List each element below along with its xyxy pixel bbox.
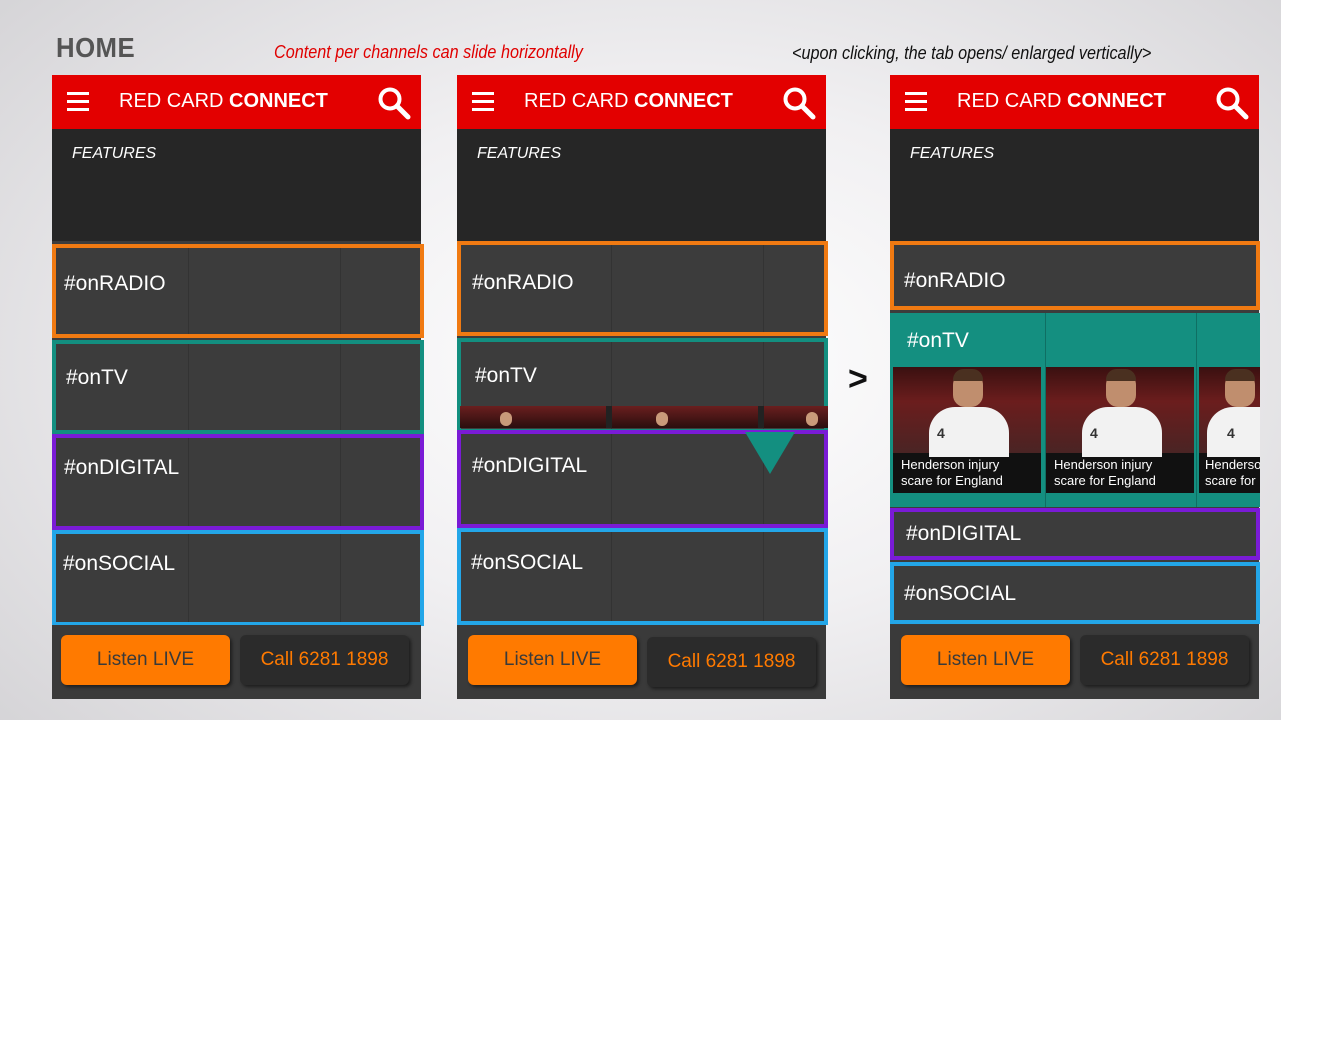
menu-icon[interactable] bbox=[472, 92, 494, 112]
call-button[interactable]: Call 6281 1898 bbox=[240, 635, 409, 685]
header-bar: RED CARD CONNECT bbox=[890, 75, 1259, 129]
channel-social[interactable]: #onSOCIAL bbox=[457, 528, 828, 625]
search-icon[interactable] bbox=[1215, 86, 1249, 120]
channel-social-label: #onSOCIAL bbox=[904, 582, 1017, 605]
brand-text: RED CARD bbox=[524, 90, 635, 112]
brand-text-bold: CONNECT bbox=[229, 90, 328, 112]
channel-tv-label: #onTV bbox=[66, 366, 128, 389]
call-button[interactable]: Call 6281 1898 bbox=[647, 637, 816, 687]
channel-radio-label: #onRADIO bbox=[64, 272, 166, 295]
tv-video-card[interactable]: 4 Henderson injury scare for England bbox=[1046, 367, 1194, 493]
features-label: FEATURES bbox=[72, 145, 157, 162]
channel-tv-label: #onTV bbox=[907, 329, 969, 352]
tv-video-card-partial[interactable]: 4 Henderso scare for bbox=[1199, 367, 1260, 493]
listen-live-button[interactable]: Listen LIVE bbox=[901, 635, 1070, 685]
features-label: FEATURES bbox=[477, 145, 562, 162]
page-title: HOME bbox=[56, 32, 136, 63]
phone-mockup-default: RED CARD CONNECT FEATURES #onRADIO #onTV… bbox=[52, 75, 424, 699]
channel-tv-expanded[interactable]: #onTV 4 Henderson injury scare for Englan… bbox=[890, 313, 1260, 507]
channel-radio[interactable]: #onRADIO bbox=[457, 241, 828, 336]
brand-text: RED CARD bbox=[957, 90, 1068, 112]
features-panel[interactable]: FEATURES bbox=[890, 129, 1259, 241]
listen-live-button[interactable]: Listen LIVE bbox=[61, 635, 230, 685]
channel-radio-label: #onRADIO bbox=[904, 269, 1006, 292]
footer-bar: Listen LIVE Call 6281 1898 bbox=[52, 625, 421, 699]
channel-social-label: #onSOCIAL bbox=[63, 552, 176, 575]
slide-background: HOME Content per channels can slide hori… bbox=[0, 0, 1281, 720]
app-brand: RED CARD CONNECT bbox=[957, 90, 1166, 113]
menu-icon[interactable] bbox=[67, 92, 89, 112]
video-caption: Henderso scare for bbox=[1205, 457, 1260, 488]
app-brand: RED CARD CONNECT bbox=[524, 90, 733, 113]
channel-digital-label: #onDIGITAL bbox=[472, 454, 588, 477]
channel-digital-label: #onDIGITAL bbox=[64, 456, 180, 479]
video-caption: Henderson injury scare for England bbox=[1054, 457, 1156, 488]
channel-social[interactable]: #onSOCIAL bbox=[890, 562, 1260, 624]
channel-social-label: #onSOCIAL bbox=[471, 551, 584, 574]
channel-radio[interactable]: #onRADIO bbox=[52, 244, 424, 338]
brand-text: RED CARD bbox=[119, 90, 230, 112]
menu-icon[interactable] bbox=[905, 92, 927, 112]
tv-thumbnail-strip[interactable] bbox=[460, 406, 828, 428]
search-icon[interactable] bbox=[782, 86, 816, 120]
video-caption: Henderson injury scare for England bbox=[901, 457, 1003, 488]
channel-radio[interactable]: #onRADIO bbox=[890, 241, 1260, 310]
channel-digital-label: #onDIGITAL bbox=[906, 522, 1022, 545]
channel-tv[interactable]: #onTV bbox=[52, 340, 424, 434]
header-bar: RED CARD CONNECT bbox=[457, 75, 826, 129]
call-button[interactable]: Call 6281 1898 bbox=[1080, 635, 1249, 685]
annotation-slide-note: Content per channels can slide horizonta… bbox=[274, 42, 583, 62]
brand-text-bold: CONNECT bbox=[634, 90, 733, 112]
transition-arrow: > bbox=[848, 360, 868, 398]
channel-digital[interactable]: #onDIGITAL bbox=[52, 434, 424, 530]
features-panel[interactable]: FEATURES bbox=[457, 129, 826, 241]
expand-indicator-icon[interactable] bbox=[745, 432, 795, 474]
channel-radio-label: #onRADIO bbox=[472, 271, 574, 294]
features-label: FEATURES bbox=[910, 145, 995, 162]
phone-mockup-tv-peek: RED CARD CONNECT FEATURES #onRADIO #onTV… bbox=[457, 75, 828, 699]
listen-live-button[interactable]: Listen LIVE bbox=[468, 635, 637, 685]
brand-text-bold: CONNECT bbox=[1067, 90, 1166, 112]
channel-tv-label: #onTV bbox=[475, 364, 537, 387]
footer-bar: Listen LIVE Call 6281 1898 bbox=[890, 625, 1259, 699]
phone-mockup-tv-expanded: RED CARD CONNECT FEATURES #onRADIO #onTV… bbox=[890, 75, 1260, 699]
search-icon[interactable] bbox=[377, 86, 411, 120]
app-brand: RED CARD CONNECT bbox=[119, 90, 328, 113]
footer-bar: Listen LIVE Call 6281 1898 bbox=[457, 625, 826, 699]
tv-video-card[interactable]: 4 Henderson injury scare for England bbox=[893, 367, 1041, 493]
channel-social[interactable]: #onSOCIAL bbox=[52, 530, 424, 626]
header-bar: RED CARD CONNECT bbox=[52, 75, 421, 129]
channel-digital[interactable]: #onDIGITAL bbox=[890, 508, 1260, 560]
annotation-click-note: <upon clicking, the tab opens/ enlarged … bbox=[792, 43, 1152, 63]
features-panel[interactable]: FEATURES bbox=[52, 129, 421, 241]
